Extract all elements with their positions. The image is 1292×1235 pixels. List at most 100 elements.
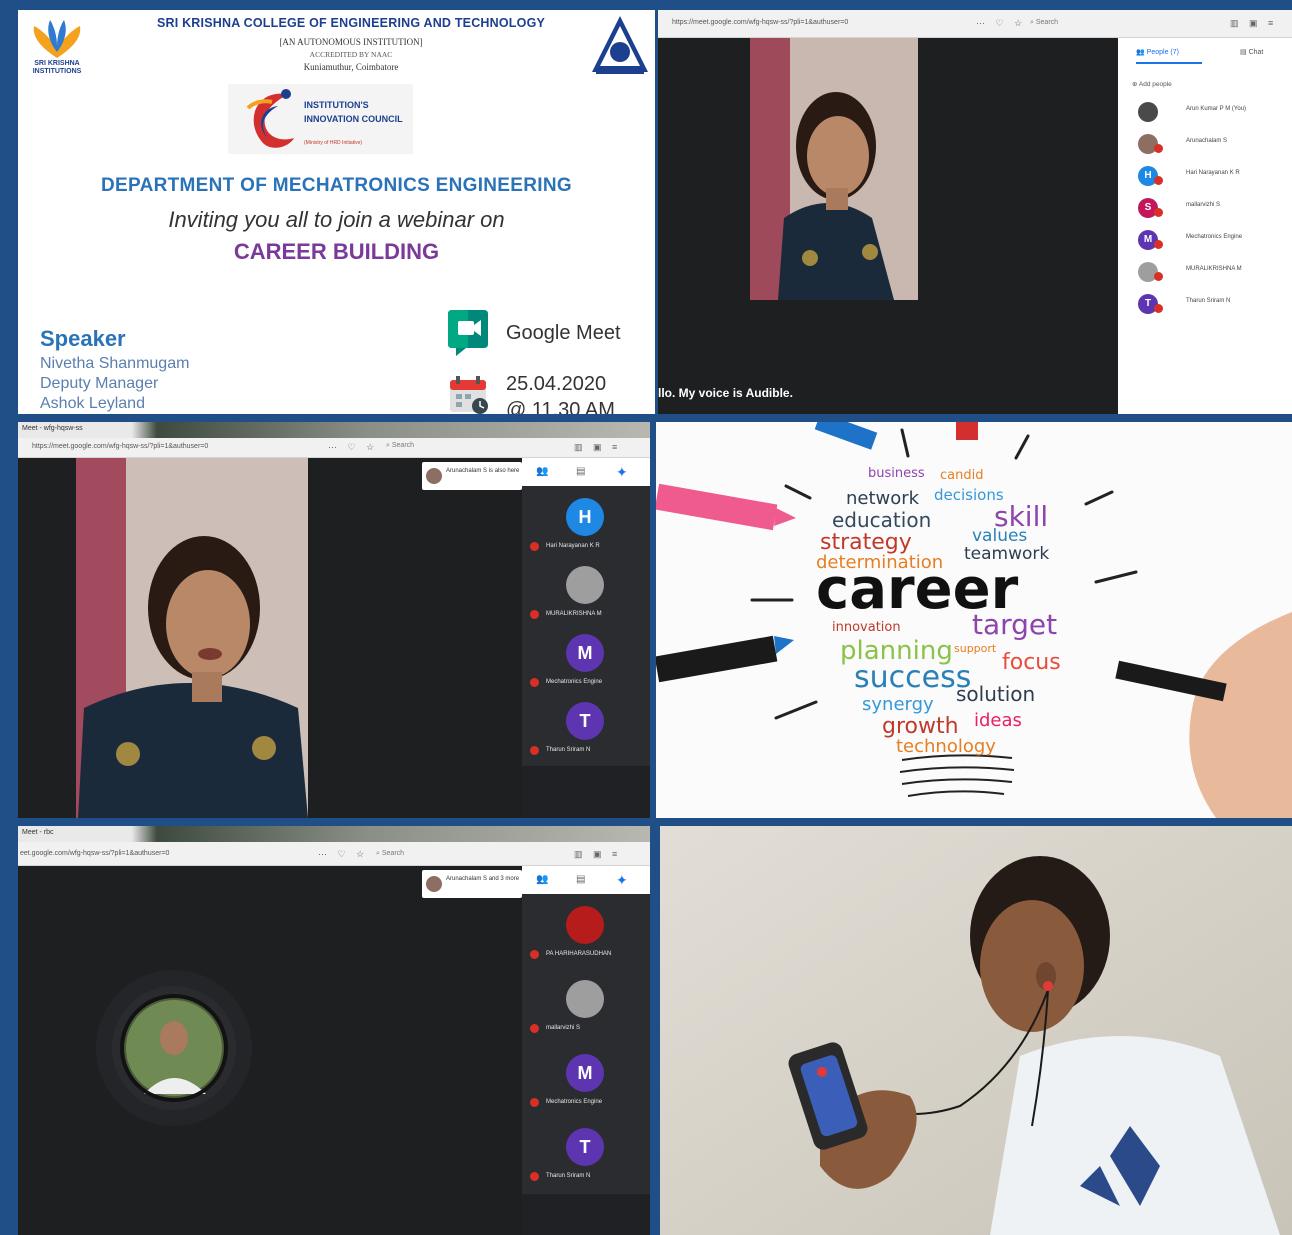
- mic-off-icon: [1154, 144, 1163, 153]
- participant-name: Hari Narayanan K R: [1186, 170, 1240, 176]
- participant-tile[interactable]: mallarvizhi S: [522, 974, 650, 1044]
- participant-name: Arunachalam S: [1186, 138, 1228, 144]
- search-box[interactable]: ⌕ Search: [386, 442, 414, 450]
- webinar-topic: CAREER BUILDING: [233, 239, 440, 264]
- bulb-base: [899, 754, 1015, 797]
- college-name: SRI KRISHNA COLLEGE OF ENGINEERING AND T…: [156, 16, 546, 30]
- word-solution: solution: [956, 682, 1036, 706]
- participant-row[interactable]: Arun Kumar P M (You): [1134, 100, 1284, 124]
- word-education: education: [832, 508, 932, 532]
- mic-off-icon: [1154, 304, 1163, 313]
- page-actions-icon[interactable]: ⋯ ♡ ☆: [976, 18, 1026, 29]
- browser-menu-icon[interactable]: ▥ ▣ ≡: [574, 849, 621, 860]
- participant-row[interactable]: H Hari Narayanan K R: [1134, 164, 1284, 188]
- add-people-label: Add people: [1138, 81, 1172, 88]
- meet-window-people: https://meet.google.com/wfg-hqsw-ss/?pli…: [658, 10, 1292, 414]
- browser-tab[interactable]: Meet - wfg-hqsw-ss: [22, 425, 83, 432]
- browser-menu-icon[interactable]: ▥ ▣ ≡: [1230, 18, 1277, 29]
- participant-row[interactable]: Smallarvizhi S: [1134, 196, 1284, 220]
- autonomous-label: [AN AUTONOMOUS INSTITUTION]: [279, 37, 423, 47]
- people-icon: 👥: [1136, 49, 1145, 56]
- participant-tile[interactable]: T Tharun Sriram N: [522, 696, 650, 760]
- word-target: target: [972, 608, 1058, 641]
- presence-text: Arunachalam S is also here: [446, 468, 520, 474]
- main-video: llo. My voice is Audible.: [658, 38, 1118, 414]
- address-bar[interactable]: https://meet.google.com/wfg-hqsw-ss/?pli…: [32, 443, 208, 450]
- participant-name: Tharun Sriram N: [1186, 298, 1231, 304]
- participant-row[interactable]: MURALIKRISHNA M: [1134, 260, 1284, 284]
- participant-row[interactable]: M Mechatronics Engine: [1134, 228, 1284, 252]
- browser-toolbar: https://meet.google.com/wfg-hqsw-ss/?pli…: [18, 438, 650, 458]
- mic-off-icon: [530, 1024, 539, 1033]
- google-meet-icon: [444, 306, 496, 358]
- avatar: H: [566, 498, 604, 536]
- mic-off-icon: [1154, 208, 1163, 217]
- people-icon[interactable]: 👥: [536, 466, 548, 477]
- career-word-cloud-image: business candid network decisions education s…: [656, 422, 1292, 818]
- participant-name: Tharun Sriram N: [546, 1173, 591, 1179]
- browser-tab-strip: Meet - rbc: [18, 826, 650, 842]
- black-marker: [656, 635, 794, 683]
- participant-name: Mechatronics Engine: [546, 679, 603, 685]
- activities-icon[interactable]: ✦: [616, 872, 628, 889]
- search-box[interactable]: ⌕ Search: [376, 850, 404, 858]
- participant-name: Mechatronics Engine: [546, 1099, 603, 1105]
- participant-tile[interactable]: M Mechatronics Engine: [522, 628, 650, 692]
- participant-tile[interactable]: MURALIKRISHNA M: [522, 560, 650, 624]
- activities-icon[interactable]: ✦: [616, 464, 628, 481]
- participant-row[interactable]: Arunachalam S: [1134, 132, 1284, 156]
- college-city: Kuniamuthur, Coimbatore: [303, 62, 399, 72]
- mic-off-icon: [1154, 272, 1163, 281]
- logo-brand-text: SRI KRISHNA INSTITUTIONS: [32, 60, 82, 75]
- page-actions-icon[interactable]: ⋯ ♡ ☆: [328, 442, 378, 453]
- webinar-poster: SRI KRISHNA INSTITUTIONS SRI KRISHNA COL…: [18, 10, 655, 414]
- avatar: [566, 566, 604, 604]
- chat-icon[interactable]: ▤: [576, 874, 585, 885]
- presence-toast: Arunachalam S and 3 more: [422, 870, 522, 898]
- people-icon[interactable]: 👥: [536, 874, 548, 885]
- word-candid: candid: [940, 468, 984, 483]
- participant-row[interactable]: T Tharun Sriram N: [1134, 292, 1284, 316]
- add-people-button[interactable]: ⊕ Add people: [1132, 80, 1172, 88]
- search-box-text: Search: [1035, 19, 1059, 26]
- participant-tiles: PA HARIHARASUDHAN mallarvizhi S M Mechatron…: [522, 894, 650, 1194]
- browser-tab[interactable]: Meet - rbc: [22, 829, 54, 836]
- student-listening-photo: [660, 826, 1292, 1235]
- browser-menu-icon[interactable]: ▥ ▣ ≡: [574, 442, 621, 453]
- participant-name: Arun Kumar P M (You): [1186, 106, 1247, 112]
- search-box[interactable]: ⌕ Search: [1030, 19, 1058, 27]
- iic-logo: INSTITUTION'S INNOVATION COUNCIL (Minist…: [228, 84, 413, 154]
- red-pen: [956, 422, 978, 440]
- mic-off-icon: [530, 1098, 539, 1107]
- address-bar[interactable]: https://meet.google.com/wfg-hqsw-ss/?pli…: [672, 19, 848, 26]
- mic-off-icon: [1154, 240, 1163, 249]
- webinar-date: 25.04.2020: [506, 373, 607, 395]
- speaker-name: Nivetha Shanmugam: [40, 355, 190, 372]
- participant-tile[interactable]: PA HARIHARASUDHAN: [522, 900, 650, 970]
- address-bar[interactable]: eet.google.com/wfg-hqsw-ss/?pli=1&authus…: [20, 850, 169, 857]
- college-emblem-icon: [590, 14, 650, 76]
- participant-tile[interactable]: H Hari Narayanan K R: [522, 492, 650, 556]
- tab-chat[interactable]: ▤ Chat: [1240, 48, 1263, 56]
- participant-tile[interactable]: T Tharun Sriram N: [522, 1122, 650, 1192]
- platform-label: Google Meet: [506, 322, 621, 344]
- student-photo: [660, 826, 1292, 1235]
- webinar-time: @ 11.30 AM: [506, 399, 615, 414]
- presence-toast: Arunachalam S is also here: [422, 462, 522, 490]
- avatar: [566, 906, 604, 944]
- mic-off-icon: [1154, 176, 1163, 185]
- mic-off-icon: [530, 950, 539, 959]
- calendar-icon: [448, 374, 490, 414]
- mic-off-icon: [530, 678, 539, 687]
- tab-people[interactable]: 👥 People (7): [1136, 48, 1179, 56]
- search-box-text: Search: [381, 850, 405, 857]
- word-focus: focus: [1002, 650, 1061, 675]
- participant-tile[interactable]: M Mechatronics Engine: [522, 1048, 650, 1118]
- page-actions-icon[interactable]: ⋯ ♡ ☆: [318, 849, 368, 860]
- participant-name: Hari Narayanan K R: [546, 543, 600, 549]
- mic-off-icon: [530, 746, 539, 755]
- chat-icon[interactable]: ▤: [576, 466, 585, 477]
- participant-name: Mechatronics Engine: [1186, 234, 1243, 240]
- tab-indicator: [1136, 62, 1202, 64]
- speaker-role: Deputy Manager: [40, 375, 159, 392]
